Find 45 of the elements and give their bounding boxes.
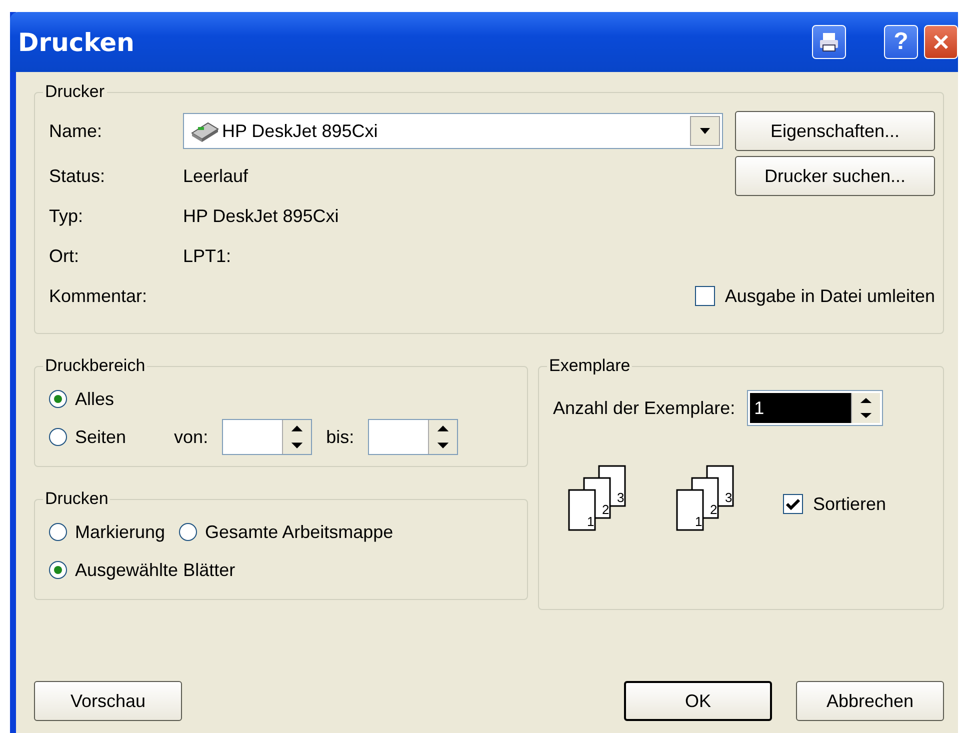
copies-field[interactable]: 1 <box>747 390 884 426</box>
group-label: Druckbereich <box>44 356 146 376</box>
info-label: Status: <box>49 166 106 186</box>
radio-button[interactable] <box>49 561 67 579</box>
info-value: Leerlauf <box>183 166 250 186</box>
dialog-button[interactable]: Abbrechen <box>796 681 944 721</box>
collated-pages-drawing: 3 2 1 <box>567 464 639 544</box>
radio-button[interactable] <box>49 428 67 446</box>
close-icon <box>932 33 950 51</box>
group-label: Drucker <box>44 82 106 102</box>
info-value: HP DeskJet 895Cxi <box>183 206 340 226</box>
page-from-field[interactable] <box>222 419 312 455</box>
group-label: Drucken <box>44 489 110 509</box>
radio-label[interactable]: Markierung <box>75 522 166 542</box>
field-label: Name: <box>49 120 104 142</box>
printer-dropdown[interactable]: HP DeskJet 895Cxi <box>183 113 723 149</box>
help-button[interactable]: ? <box>884 25 918 59</box>
radio-label[interactable]: Gesamte Arbeitsmappe <box>205 522 394 542</box>
find-printer-button[interactable]: Drucker suchen... <box>735 156 935 196</box>
radio-button[interactable] <box>179 523 198 541</box>
close-button[interactable] <box>924 25 958 59</box>
radio-label[interactable]: Ausgewählte Blätter <box>75 560 236 580</box>
collated-pages-drawing: 3 2 1 <box>675 464 747 544</box>
field-label: bis: <box>326 426 354 448</box>
dialog-button[interactable]: Vorschau <box>34 681 182 721</box>
checkbox-label[interactable]: Ausgabe in Datei umleiten <box>724 286 935 306</box>
dialog-button[interactable]: OK <box>624 681 772 721</box>
info-value: LPT1: <box>183 246 232 266</box>
field-label: von: <box>174 426 208 448</box>
window-title: Drucken <box>18 28 136 56</box>
group-label: Exemplare <box>548 356 632 376</box>
properties-button[interactable]: Eigenschaften... <box>735 111 935 151</box>
field-label: Anzahl der Exemplare: <box>553 398 736 418</box>
radio-label[interactable]: Seiten <box>75 426 126 448</box>
radio-button[interactable] <box>49 390 67 408</box>
checkbox-label[interactable]: Sortieren <box>813 494 886 514</box>
radio-button[interactable] <box>49 523 67 541</box>
info-label: Ort: <box>49 246 80 266</box>
page-to-field[interactable] <box>368 419 458 455</box>
checkbox[interactable] <box>783 494 803 514</box>
info-label: Kommentar: <box>49 286 148 306</box>
checkbox[interactable] <box>694 286 715 306</box>
info-label: Typ: <box>49 206 84 226</box>
radio-label[interactable]: Alles <box>75 388 114 410</box>
print-icon[interactable] <box>812 25 846 59</box>
